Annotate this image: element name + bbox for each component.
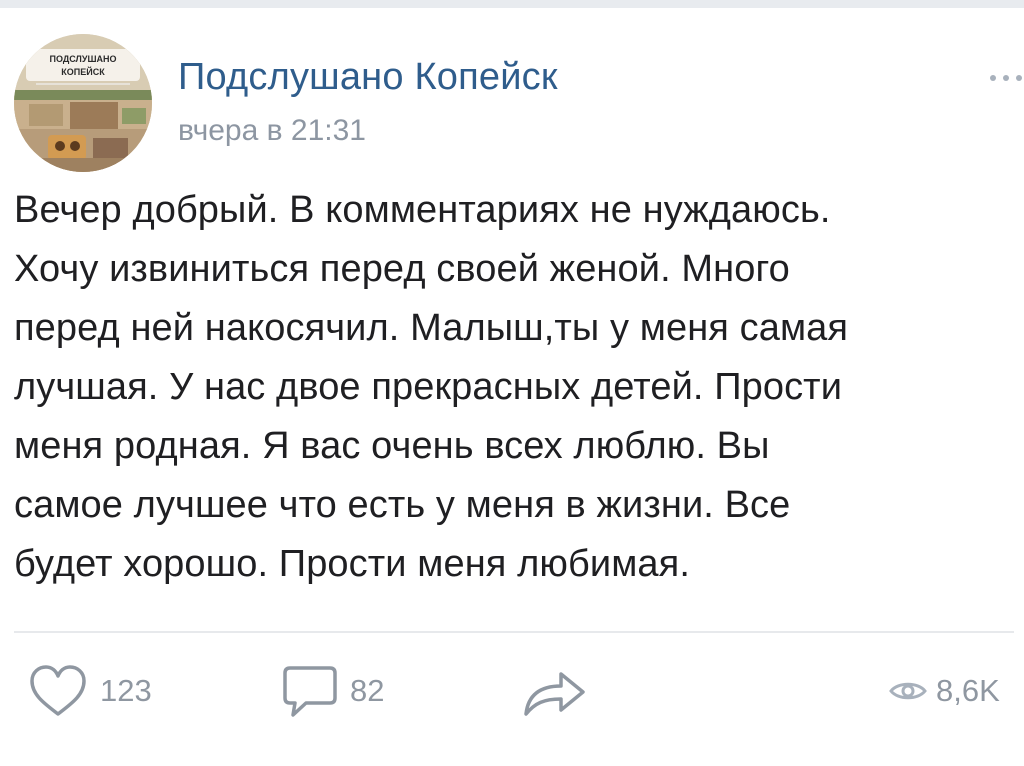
views-indicator: 8,6K — [888, 656, 1000, 726]
more-dot-3 — [1016, 75, 1022, 81]
avatar-logo-line2: КОПЕЙСК — [61, 66, 105, 77]
eye-icon — [889, 682, 927, 700]
post-divider — [14, 631, 1014, 633]
comment-count: 82 — [350, 673, 385, 708]
heart-outline-icon — [30, 665, 86, 716]
more-dot-2 — [1003, 75, 1009, 81]
avatar-image: ПОДСЛУШАНО КОПЕЙСК — [14, 34, 152, 172]
more-horizontal-icon — [990, 75, 996, 81]
avatar-logo-line1: ПОДСЛУШАНО — [50, 54, 117, 64]
views-count: 8,6K — [936, 673, 1000, 708]
like-button[interactable]: 123 — [28, 656, 152, 726]
post-text: Вечер добрый. В комментариях не нуждаюсь… — [14, 189, 849, 585]
vk-post-page: ПОДСЛУШАНО КОПЕЙСК Подслушано Копейск вч… — [0, 0, 1024, 766]
like-count: 123 — [100, 673, 152, 708]
comment-button[interactable]: 82 — [282, 656, 384, 726]
post-header: ПОДСЛУШАНО КОПЕЙСК Подслушано Копейск вч… — [14, 26, 1022, 172]
share-arrow-icon — [524, 672, 585, 716]
post-author-name[interactable]: Подслушано Копейск — [178, 56, 558, 99]
share-button[interactable] — [520, 656, 588, 726]
more-options-button[interactable] — [986, 64, 1024, 88]
post-action-bar: 123 82 8,6K — [0, 656, 1024, 746]
community-avatar[interactable]: ПОДСЛУШАНО КОПЕЙСК — [14, 34, 152, 172]
speech-bubble-icon — [283, 666, 337, 717]
top-border — [0, 0, 1024, 8]
post-timestamp[interactable]: вчера в 21:31 — [178, 114, 366, 148]
